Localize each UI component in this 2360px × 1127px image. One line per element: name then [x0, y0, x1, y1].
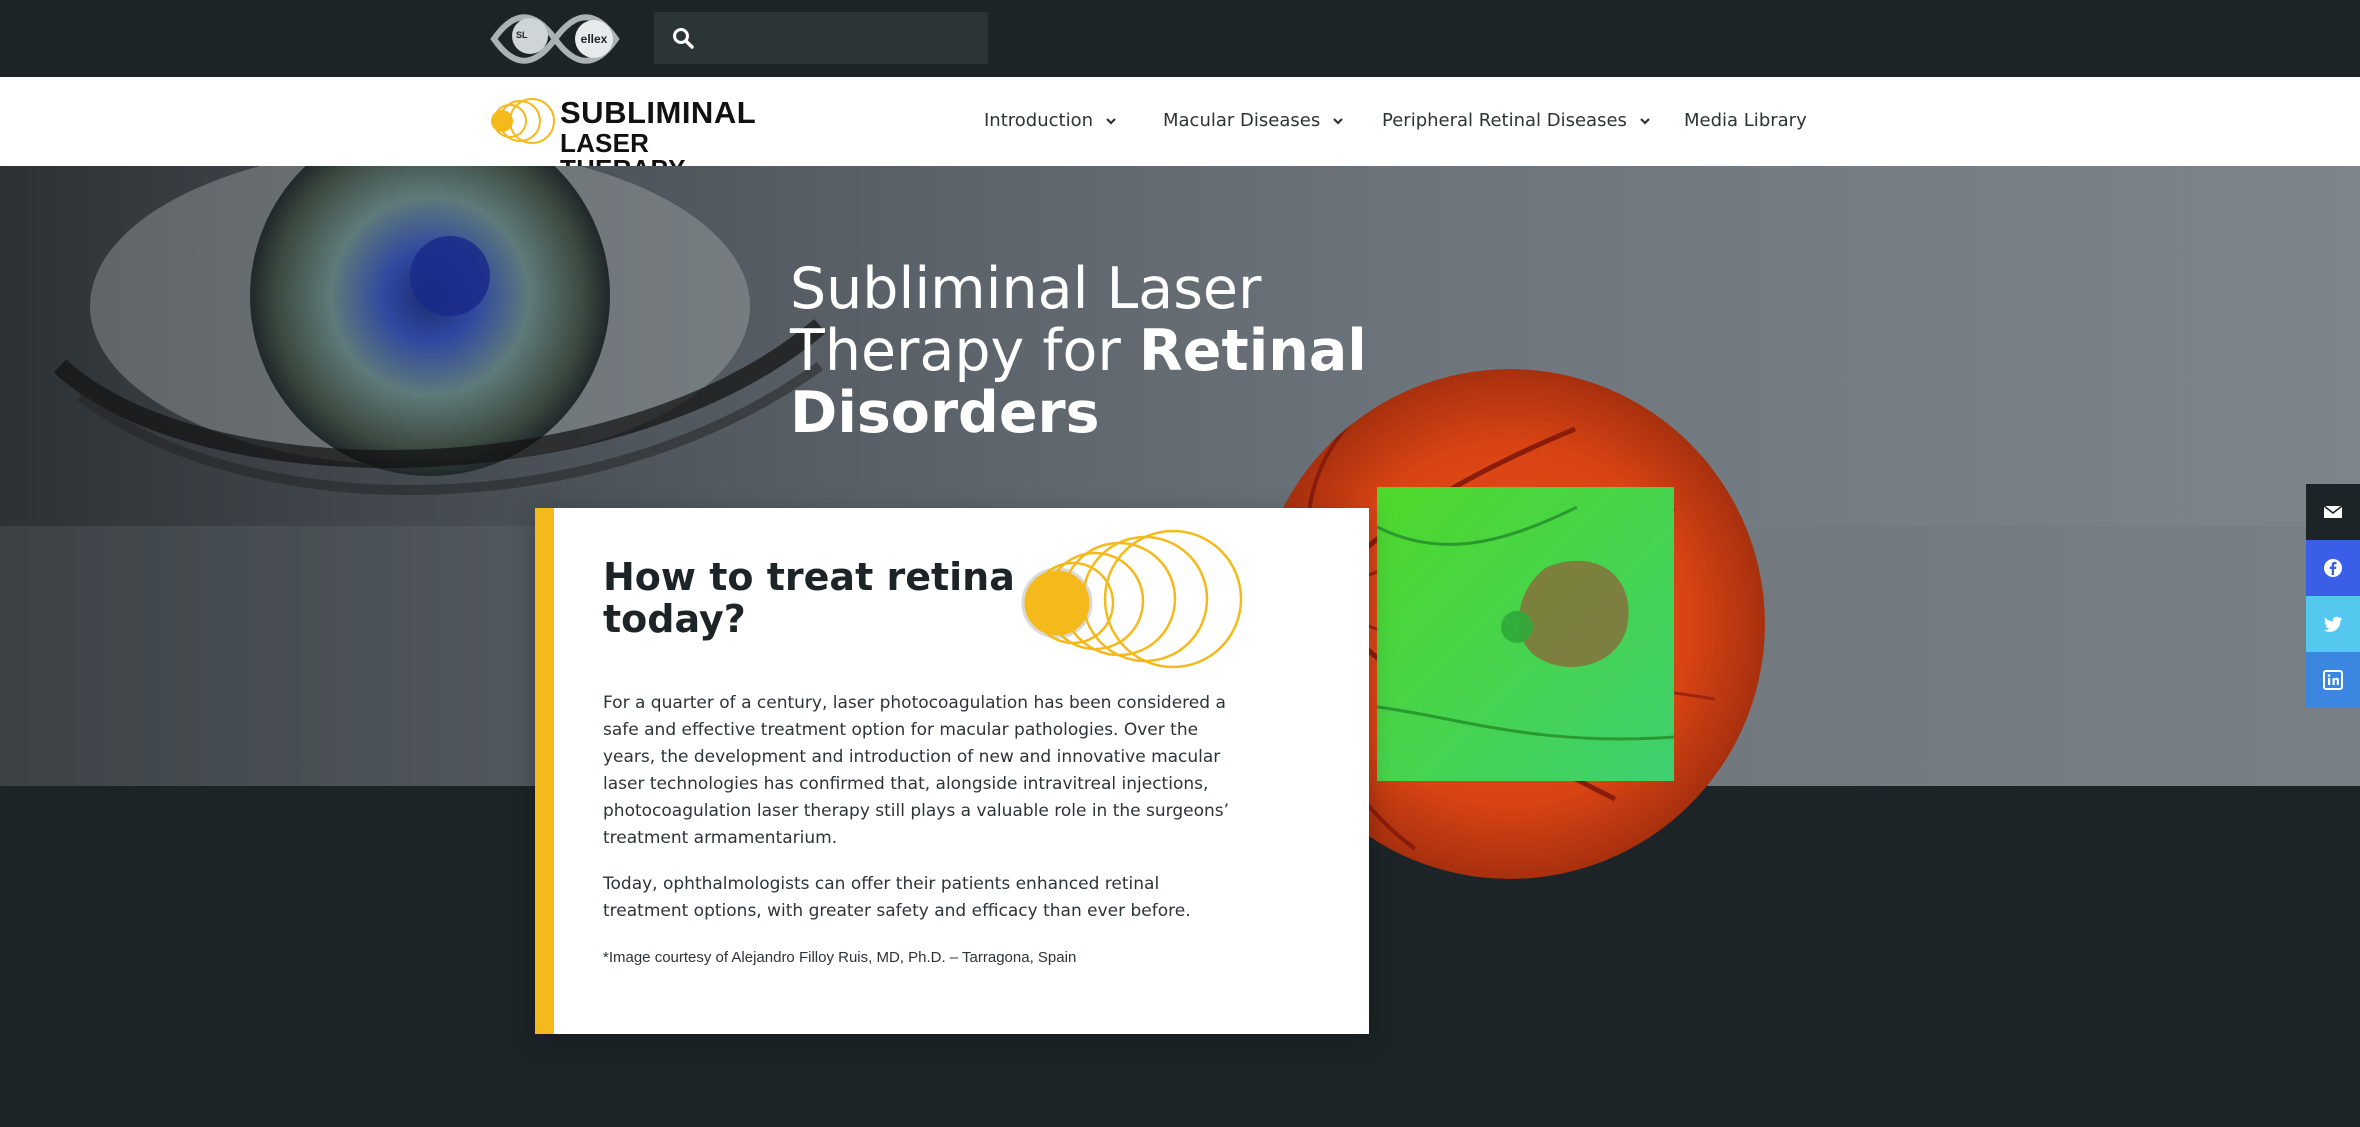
- social-share-bar: [2306, 484, 2360, 708]
- search-box[interactable]: [654, 12, 988, 64]
- top-bar: ellex SL: [0, 0, 2360, 77]
- nav-item-label: Macular Diseases: [1163, 110, 1321, 131]
- card-paragraph-1: For a quarter of a century, laser photoc…: [603, 693, 1230, 848]
- image-credit: *Image courtesy of Alejandro Filloy Ruis…: [603, 949, 1077, 966]
- partner-logo[interactable]: ellex SL: [484, 10, 626, 68]
- intro-card: How to treat retina today? For a quarter…: [535, 508, 1369, 1034]
- card-heading: How to treat retina today?: [603, 555, 1015, 641]
- nav-item-media-library[interactable]: Media Library: [1684, 110, 1807, 131]
- hero-title: Subliminal Laser Therapy for Retinal Dis…: [790, 258, 1390, 444]
- card-accent-bar: [535, 508, 554, 1034]
- chevron-down-icon: [1333, 117, 1343, 125]
- share-facebook-button[interactable]: [2306, 540, 2360, 596]
- svg-text:SL: SL: [516, 30, 528, 40]
- nav-item-label: Media Library: [1684, 110, 1807, 131]
- nav-item-label: Introduction: [984, 110, 1094, 131]
- card-paragraph-2: Today, ophthalmologists can offer their …: [603, 874, 1191, 921]
- site-logo[interactable]: SUBLIMINAL LASER THERAPY: [488, 93, 756, 182]
- laser-rings-logo-icon: [491, 98, 555, 144]
- laser-rings-decoration-icon: [1021, 529, 1243, 669]
- twitter-icon: [2323, 616, 2342, 632]
- nav-item-macular-diseases[interactable]: Macular Diseases: [1163, 110, 1344, 131]
- svg-text:ellex: ellex: [581, 32, 608, 46]
- envelope-icon: [2323, 505, 2343, 518]
- site-logo-line1: SUBLIMINAL: [560, 95, 757, 130]
- search-input[interactable]: [708, 12, 978, 64]
- main-navbar: SUBLIMINAL LASER THERAPY Introduction Ma…: [0, 77, 2360, 182]
- share-email-button[interactable]: [2306, 484, 2360, 540]
- facebook-icon: [2324, 559, 2342, 577]
- share-twitter-button[interactable]: [2306, 596, 2360, 652]
- share-linkedin-button[interactable]: [2306, 652, 2360, 708]
- nav-item-peripheral-retinal-diseases[interactable]: Peripheral Retinal Diseases: [1382, 110, 1651, 131]
- nav-item-introduction[interactable]: Introduction: [984, 110, 1117, 131]
- chevron-down-icon: [1106, 117, 1116, 125]
- nav-item-label: Peripheral Retinal Diseases: [1382, 110, 1627, 131]
- search-icon[interactable]: [672, 27, 694, 49]
- linkedin-icon: [2323, 670, 2343, 690]
- oct-angiography-overlay-image: [1377, 487, 1674, 781]
- chevron-down-icon: [1640, 117, 1650, 125]
